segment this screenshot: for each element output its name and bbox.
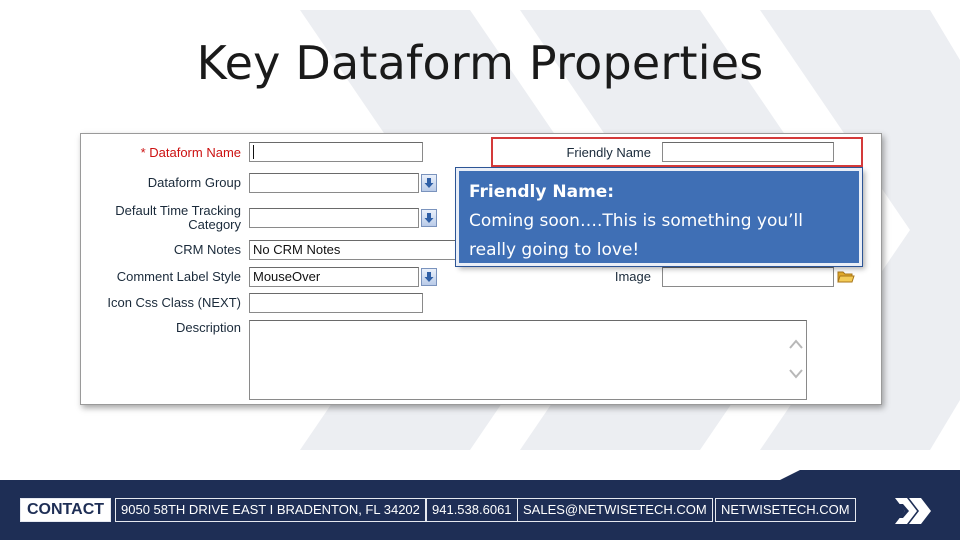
footer-address: 9050 58TH DRIVE EAST I BRADENTON, FL 342…	[115, 498, 426, 522]
dataform-group-label: Dataform Group	[147, 175, 241, 190]
dataform-group-dropdown-button[interactable]	[421, 174, 437, 192]
crm-notes-select[interactable]: No CRM Notes	[249, 240, 459, 260]
dropdown-arrow-icon	[424, 178, 434, 188]
image-label: Image	[614, 269, 651, 284]
comment-label-style-dropdown-button[interactable]	[421, 268, 437, 286]
image-input[interactable]	[662, 267, 834, 287]
default-time-tracking-category-label: Default Time Tracking Category	[115, 203, 241, 232]
time-tracking-dropdown-button[interactable]	[421, 209, 437, 227]
netwise-logo-icon	[895, 498, 931, 524]
slide-title: Key Dataform Properties	[196, 36, 764, 90]
comment-label-style-label: Comment Label Style	[116, 269, 241, 284]
friendly-name-label: Friendly Name	[566, 145, 651, 160]
comment-label-style-select[interactable]: MouseOver	[249, 267, 419, 287]
icon-css-class-label: Icon Css Class (NEXT)	[107, 295, 241, 310]
footer-website[interactable]: NETWISETECH.COM	[715, 498, 856, 522]
footer-email[interactable]: SALES@NETWISETECH.COM	[517, 498, 713, 522]
folder-icon[interactable]	[837, 270, 855, 284]
crm-notes-label: CRM Notes	[173, 242, 241, 257]
icon-css-class-input[interactable]	[249, 293, 423, 313]
description-textarea[interactable]	[249, 320, 807, 400]
dropdown-arrow-icon	[424, 213, 434, 223]
scroll-up-icon[interactable]	[788, 338, 804, 350]
default-time-tracking-category-select[interactable]	[249, 208, 419, 228]
tooltip-title: Friendly Name:	[469, 182, 615, 202]
footer-contact: CONTACT	[20, 498, 112, 522]
friendly-name-input[interactable]	[662, 142, 834, 162]
description-label: Description	[175, 320, 241, 335]
scroll-down-icon[interactable]	[788, 368, 804, 380]
dataform-name-label: * Dataform Name	[140, 145, 241, 160]
friendly-name-tooltip: Friendly Name: Coming soon….This is some…	[455, 167, 863, 267]
text-cursor	[253, 145, 254, 159]
footer-phone[interactable]: 941.538.6061	[426, 498, 518, 522]
dropdown-arrow-icon	[424, 272, 434, 282]
tooltip-body: Coming soon….This is something you’ll re…	[469, 211, 803, 260]
dataform-name-input[interactable]	[249, 142, 423, 162]
dataform-group-select[interactable]	[249, 173, 419, 193]
